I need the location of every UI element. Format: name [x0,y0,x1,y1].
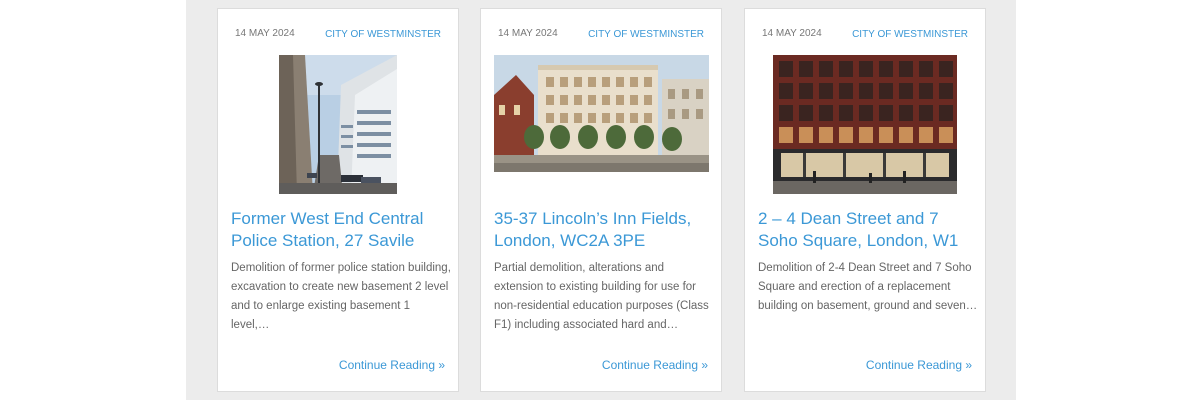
post-thumbnail[interactable] [279,55,397,194]
post-card: 14 MAY 2024 CITY OF WESTMINSTER [744,8,986,392]
post-title-link[interactable]: 2 – 4 Dean Street and 7 Soho Square, Lon… [758,208,976,252]
continue-reading-link[interactable]: Continue Reading » [339,358,445,372]
post-excerpt: Partial demolition, alterations and exte… [494,262,709,331]
street-photo-image [279,55,397,194]
post-date: 14 MAY 2024 [498,28,558,39]
post-date: 14 MAY 2024 [235,28,295,39]
building-render-image [773,55,957,194]
post-category-link[interactable]: CITY OF WESTMINSTER [325,29,441,40]
post-excerpt: Demolition of former police station buil… [231,262,451,331]
building-render-image [494,55,709,172]
continue-reading-link[interactable]: Continue Reading » [602,358,708,372]
post-title-link[interactable]: Former West End Central Police Station, … [231,208,449,252]
post-title-link[interactable]: 35-37 Lincoln’s Inn Fields, London, WC2A… [494,208,712,252]
post-date: 14 MAY 2024 [762,28,822,39]
post-card: 14 MAY 2024 CITY OF WESTMINSTER [217,8,459,392]
continue-reading-link[interactable]: Continue Reading » [866,358,972,372]
post-category-link[interactable]: CITY OF WESTMINSTER [588,29,704,40]
post-category-link[interactable]: CITY OF WESTMINSTER [852,29,968,40]
post-card: 14 MAY 2024 CITY OF WESTMINSTER [480,8,722,392]
post-thumbnail[interactable] [773,55,957,194]
post-thumbnail[interactable] [494,55,709,172]
post-excerpt: Demolition of 2-4 Dean Street and 7 Soho… [758,262,978,312]
